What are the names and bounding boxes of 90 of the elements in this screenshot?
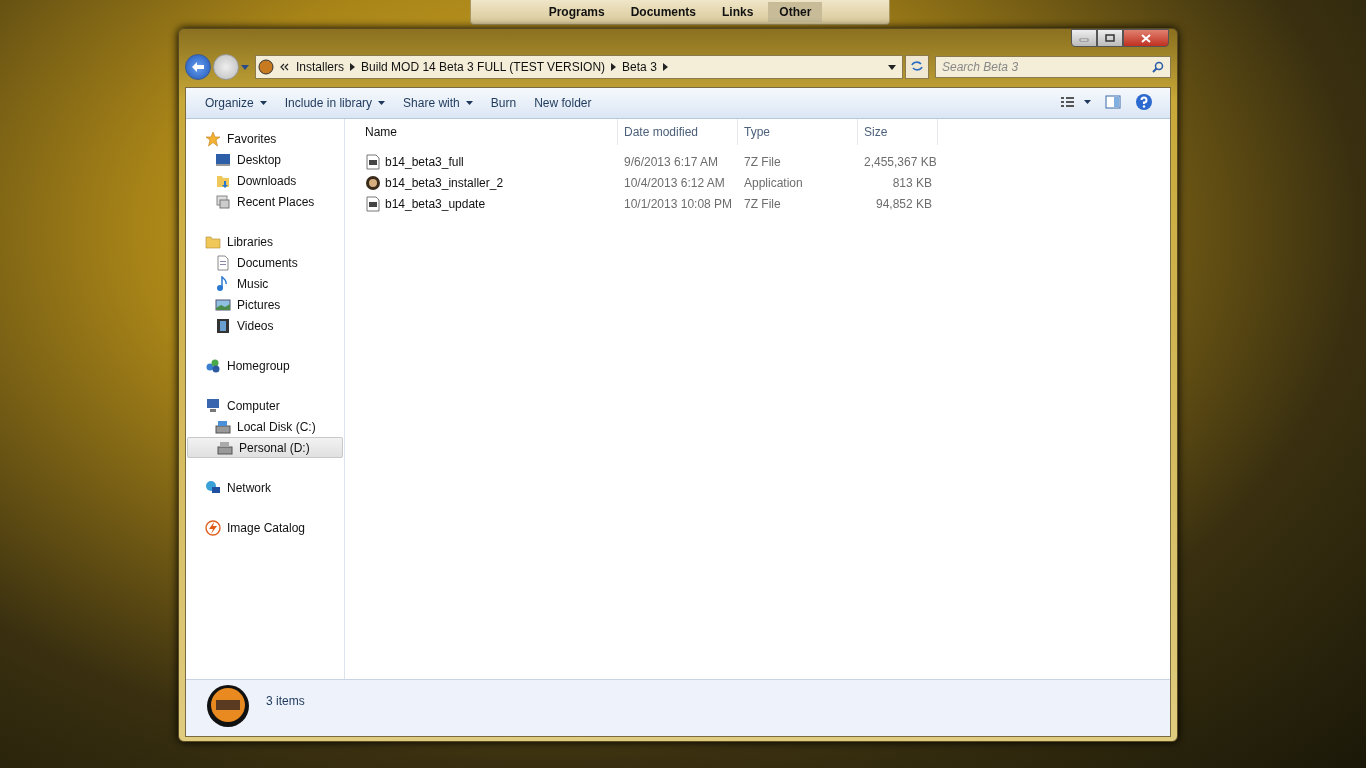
toolbar-button[interactable]: New folder xyxy=(525,92,601,114)
nav-item[interactable]: Downloads xyxy=(186,170,344,191)
lightning-icon xyxy=(205,519,221,536)
breadcrumb-item[interactable]: Installers xyxy=(296,60,345,74)
caret-icon xyxy=(259,101,267,105)
preview-pane-icon xyxy=(1105,94,1121,109)
monitor-icon xyxy=(205,397,221,414)
file-row[interactable]: b14_beta3_full 9/6/2013 6:17 AM 7Z File 2,455,367 KB xyxy=(357,151,1170,172)
address-dropdown-icon[interactable] xyxy=(888,64,896,70)
breadcrumb-item[interactable]: Build MOD 14 Beta 3 FULL (TEST VERSION) xyxy=(361,60,606,74)
refresh-button[interactable] xyxy=(905,55,929,79)
archive-file-icon xyxy=(365,153,381,170)
help-icon xyxy=(1135,92,1153,111)
toolbar-button[interactable]: Organize xyxy=(196,92,276,114)
back-button[interactable] xyxy=(185,54,211,80)
toolbar-button[interactable]: Burn xyxy=(481,92,526,114)
drive-icon xyxy=(215,418,231,435)
toolbar-button[interactable]: Include in library xyxy=(275,92,395,114)
top-menu-item[interactable]: Programs xyxy=(537,2,616,22)
search-icon[interactable] xyxy=(1152,61,1164,73)
caret-icon xyxy=(465,101,473,105)
date-cell-text: 10/4/2013 6:12 AM xyxy=(623,175,726,190)
column-header[interactable]: Date modified xyxy=(618,119,738,145)
back-arrow-icon xyxy=(191,61,205,73)
top-menu-item[interactable]: Documents xyxy=(619,2,707,22)
type-cell-text: Application xyxy=(743,175,804,190)
nav-group[interactable]: Network xyxy=(186,477,344,498)
file-name: b14_beta3_full xyxy=(385,154,464,169)
top-menu-item[interactable]: Links xyxy=(711,2,765,22)
disc-logo-icon xyxy=(365,174,381,191)
homegroup-icon xyxy=(205,357,221,374)
file-row[interactable]: b14_beta3_update 10/1/2013 10:08 PM 7Z File 94,852 KB xyxy=(357,193,1170,214)
type-cell-text: 7Z File xyxy=(743,196,782,211)
item-count: 3 items xyxy=(266,694,305,708)
close-button[interactable] xyxy=(1123,29,1169,47)
folder-icon xyxy=(205,233,221,250)
nav-item[interactable]: Pictures xyxy=(186,294,344,315)
maximize-icon xyxy=(1105,34,1115,42)
date-cell-text: 10/1/2013 10:08 PM xyxy=(623,196,734,211)
size-cell-text: 2,455,367 KB xyxy=(863,154,938,169)
toolbar-button[interactable]: Share with xyxy=(394,92,482,114)
type-cell-text: 7Z File xyxy=(743,154,782,169)
top-menu-item[interactable]: Other xyxy=(768,2,823,22)
address-bar[interactable]: Installers Build MOD 14 Beta 3 FULL (TEST VERSION) Beta 3 xyxy=(255,55,903,79)
history-dropdown-icon[interactable] xyxy=(241,64,249,70)
nav-item[interactable]: Music xyxy=(186,273,344,294)
picture-icon xyxy=(215,296,231,313)
nav-item[interactable]: Videos xyxy=(186,315,344,336)
file-name: b14_beta3_installer_2 xyxy=(385,175,504,190)
minimize-button[interactable] xyxy=(1071,29,1097,47)
column-header[interactable]: Type xyxy=(738,119,858,145)
nav-group[interactable]: Homegroup xyxy=(186,355,344,376)
separator-arrow-icon[interactable] xyxy=(611,63,617,71)
app-logo-icon xyxy=(206,684,250,728)
star-icon xyxy=(205,130,221,147)
nav-item[interactable]: Local Disk (C:) xyxy=(186,416,344,437)
column-header[interactable]: Size xyxy=(858,119,938,145)
separator-arrow-icon[interactable] xyxy=(662,63,668,71)
caret-icon xyxy=(378,101,386,105)
file-name: b14_beta3_update xyxy=(385,196,486,211)
size-cell-text: 94,852 KB xyxy=(874,196,933,211)
forward-button[interactable] xyxy=(213,54,239,80)
breadcrumb-item[interactable]: Beta 3 xyxy=(622,60,657,74)
search-field[interactable]: Search Beta 3 xyxy=(935,56,1171,78)
maximize-button[interactable] xyxy=(1097,29,1123,47)
nav-group[interactable]: Image Catalog xyxy=(186,517,344,538)
nav-item[interactable]: Documents xyxy=(186,252,344,273)
close-icon xyxy=(1141,33,1151,43)
recent-places-icon xyxy=(215,193,231,210)
archive-file-icon xyxy=(365,195,381,212)
overflow-chevron-icon[interactable] xyxy=(280,63,290,71)
date-cell-text: 9/6/2013 6:17 AM xyxy=(623,154,720,169)
drive-icon xyxy=(217,439,233,456)
app-logo-icon xyxy=(258,59,274,75)
refresh-icon xyxy=(910,59,924,72)
nav-item[interactable]: Recent Places xyxy=(186,191,344,212)
nav-item[interactable]: Personal (D:) xyxy=(187,437,343,458)
nav-group[interactable]: Libraries xyxy=(186,231,344,252)
column-header[interactable]: Name xyxy=(357,119,618,145)
network-icon xyxy=(205,479,221,496)
file-row[interactable]: b14_beta3_installer_2 10/4/2013 6:12 AM Application 813 KB xyxy=(357,172,1170,193)
document-icon xyxy=(215,254,231,271)
nav-group[interactable]: Computer xyxy=(186,395,344,416)
details-view-icon xyxy=(1061,95,1091,108)
film-icon xyxy=(215,317,231,334)
separator-arrow-icon[interactable] xyxy=(350,63,356,71)
nav-group[interactable]: Favorites xyxy=(186,128,344,149)
size-cell-text: 813 KB xyxy=(891,175,933,190)
nav-item[interactable]: Desktop xyxy=(186,149,344,170)
monitor-icon xyxy=(215,151,231,168)
